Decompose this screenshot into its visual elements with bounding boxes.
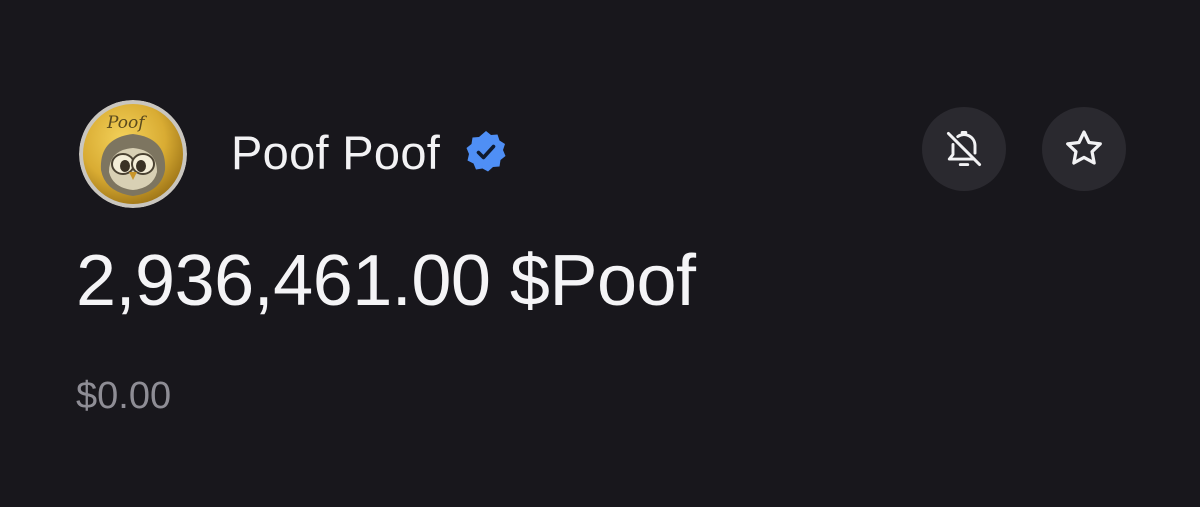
star-icon — [1066, 130, 1102, 165]
avatar-text: Poof — [106, 113, 147, 133]
notifications-toggle-button[interactable] — [922, 107, 1006, 191]
token-avatar: Poof — [79, 100, 187, 208]
token-name: Poof Poof — [231, 125, 441, 179]
verified-badge-icon — [462, 128, 510, 176]
token-detail-screen: Poof Poof Poof 2,936,461.00 $Poof $0.00 — [0, 0, 1200, 507]
bell-off-icon — [946, 131, 982, 167]
token-header: Poof Poof — [231, 120, 510, 184]
token-balance: 2,936,461.00 $Poof — [76, 241, 696, 321]
fiat-value: $0.00 — [76, 375, 172, 417]
favorite-button[interactable] — [1042, 107, 1126, 191]
owl-logo-icon: Poof — [79, 100, 187, 208]
